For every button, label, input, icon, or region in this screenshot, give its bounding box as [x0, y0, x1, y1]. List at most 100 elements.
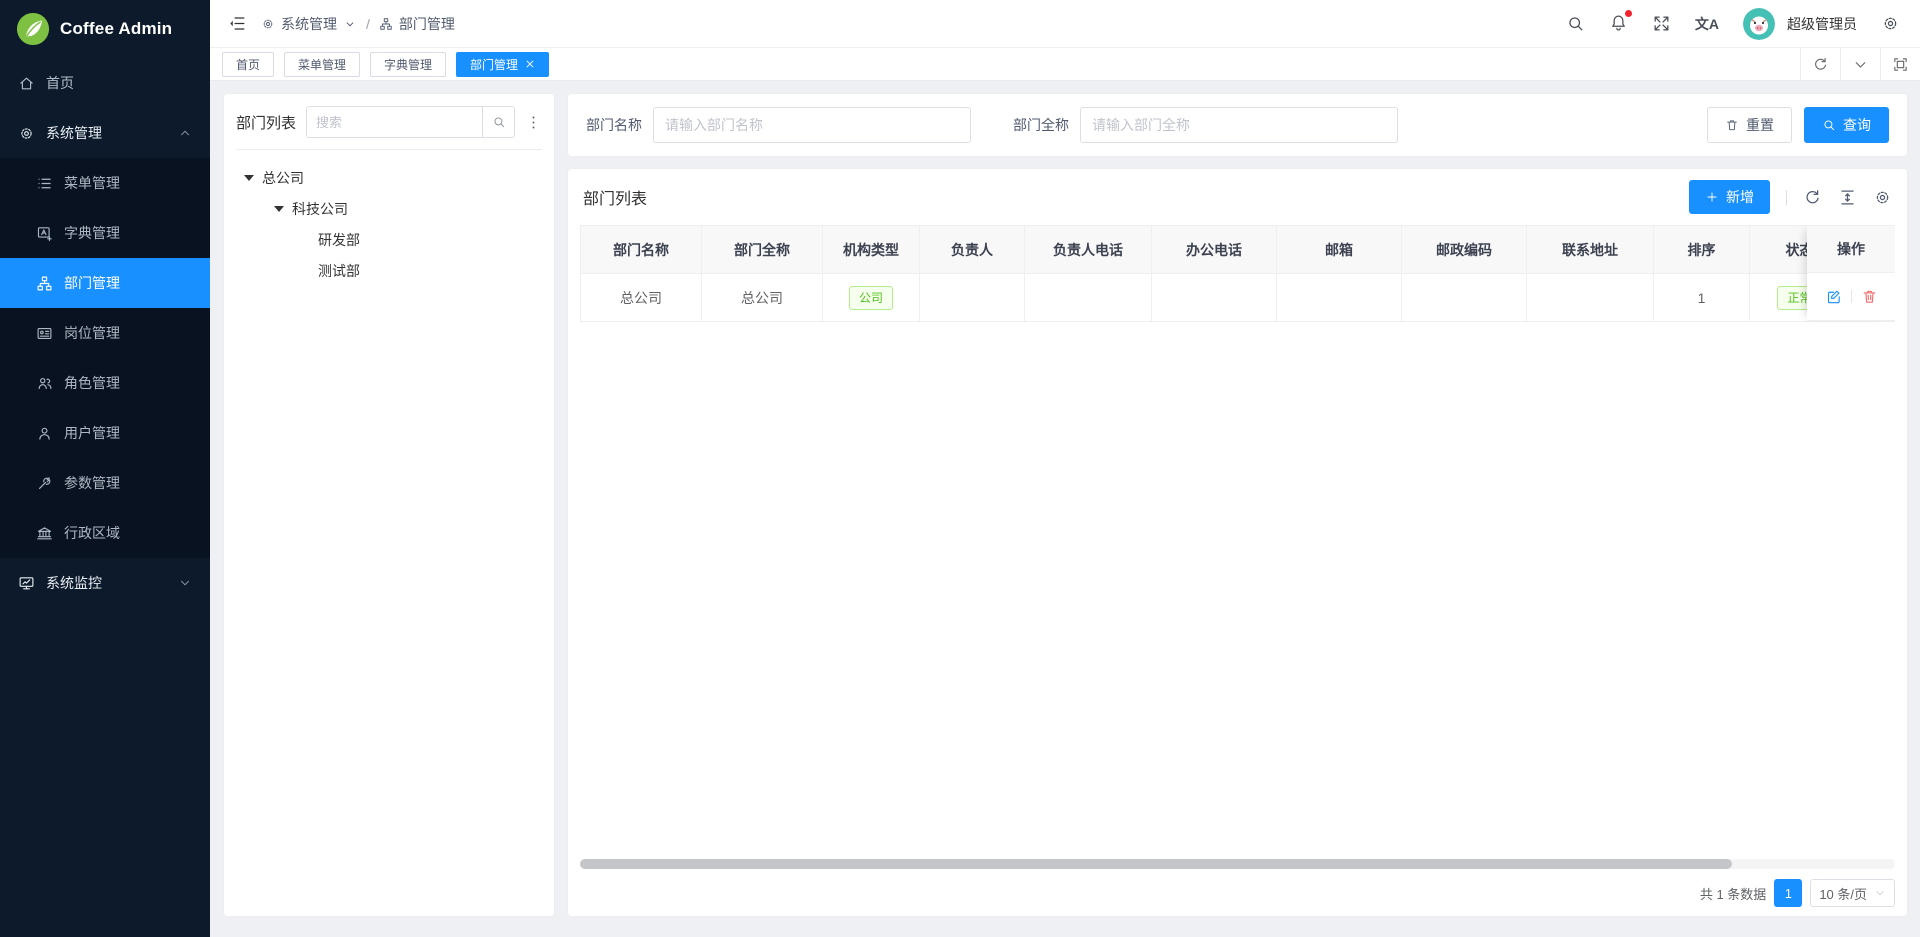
- reset-button[interactable]: 重置: [1707, 107, 1792, 143]
- cell-leader: [920, 274, 1025, 322]
- col-address[interactable]: 联系地址: [1527, 226, 1654, 274]
- delete-button[interactable]: [1861, 288, 1878, 305]
- topbar-actions: 文A 超级管理员: [1566, 8, 1900, 40]
- fixed-op-column: 操作: [1807, 225, 1895, 321]
- dept-table-card: 部门列表 新增: [568, 169, 1907, 916]
- scrollbar-thumb[interactable]: [580, 859, 1732, 869]
- sidebar-item-user-mgmt[interactable]: 用户管理: [0, 408, 210, 458]
- sidebar-item-post-mgmt[interactable]: 岗位管理: [0, 308, 210, 358]
- edit-button[interactable]: [1825, 288, 1842, 305]
- fullscreen-icon[interactable]: [1652, 14, 1671, 33]
- sidebar-item-label: 字典管理: [64, 223, 120, 243]
- page-1-button[interactable]: 1: [1774, 879, 1802, 907]
- sidebar-item-role-mgmt[interactable]: 角色管理: [0, 358, 210, 408]
- table-refresh-button[interactable]: [1803, 188, 1822, 207]
- tree-node-tech-company[interactable]: 科技公司: [236, 193, 542, 224]
- sidebar-item-label: 用户管理: [64, 423, 120, 443]
- sidebar-item-home[interactable]: 首页: [0, 58, 210, 108]
- tree-search-button[interactable]: [482, 106, 515, 138]
- col-sort[interactable]: 排序: [1654, 226, 1750, 274]
- tab-dict-mgmt[interactable]: 字典管理: [370, 52, 446, 77]
- sidebar-item-dept-mgmt[interactable]: 部门管理: [0, 258, 210, 308]
- breadcrumb-separator: /: [366, 16, 370, 32]
- tab-maximize-button[interactable]: [1880, 48, 1920, 80]
- col-dept-name[interactable]: 部门名称: [581, 226, 702, 274]
- search-icon[interactable]: [1566, 14, 1585, 33]
- row-density-button[interactable]: [1838, 188, 1857, 207]
- avatar-image: [1743, 8, 1775, 40]
- sidebar-item-label: 行政区域: [64, 523, 120, 543]
- tree-node-head-office[interactable]: 总公司: [236, 162, 542, 193]
- filter-dept-fullname: 部门全称: [1013, 107, 1398, 143]
- dept-name-input[interactable]: [653, 107, 971, 143]
- dept-fullname-input[interactable]: [1080, 107, 1398, 143]
- org-chart-icon: [36, 275, 53, 292]
- caret-down-icon[interactable]: [244, 175, 254, 181]
- dept-table: 部门名称 部门全称 机构类型 负责人 负责人电话 办公电话 邮箱 邮政编码 联系…: [580, 225, 1895, 322]
- pagination: 共 1 条数据 1 10 条/页: [580, 870, 1895, 916]
- tab-dropdown-button[interactable]: [1840, 48, 1880, 80]
- caret-down-icon[interactable]: [274, 206, 284, 212]
- col-office-phone[interactable]: 办公电话: [1152, 226, 1277, 274]
- column-settings-button[interactable]: [1873, 188, 1892, 207]
- table-row[interactable]: 总公司 总公司 公司 1 正: [581, 274, 1896, 322]
- tree-search-input[interactable]: [306, 106, 482, 138]
- close-icon[interactable]: [525, 59, 535, 69]
- trash-icon: [1725, 118, 1739, 132]
- cell-email: [1277, 274, 1402, 322]
- gear-icon[interactable]: [1881, 14, 1900, 33]
- sidebar-item-menu-mgmt[interactable]: 菜单管理: [0, 158, 210, 208]
- col-op: 操作: [1807, 225, 1895, 273]
- search-button[interactable]: 查询: [1804, 107, 1889, 143]
- tree-node-rd-dept[interactable]: 研发部: [236, 224, 542, 255]
- sidebar-item-label: 系统监控: [46, 573, 102, 593]
- filter-bar: 部门名称 部门全称 重置 查询: [568, 94, 1907, 156]
- cell-office-phone: [1152, 274, 1277, 322]
- cell-address: [1527, 274, 1654, 322]
- app-root: Coffee Admin 首页 系统管理 菜单管理 字典管理: [0, 0, 1920, 937]
- col-postcode[interactable]: 邮政编码: [1402, 226, 1527, 274]
- sidebar-item-label: 系统管理: [46, 123, 102, 143]
- tab-refresh-button[interactable]: [1800, 48, 1840, 80]
- sidebar-item-label: 首页: [46, 73, 74, 93]
- dept-tree-title: 部门列表: [236, 112, 296, 133]
- breadcrumb-section[interactable]: 系统管理: [261, 14, 357, 34]
- cell-sort: 1: [1654, 274, 1750, 322]
- horizontal-scrollbar[interactable]: [580, 859, 1895, 869]
- org-type-tag: 公司: [849, 286, 893, 310]
- row-op-cell: [1807, 273, 1895, 321]
- edit-icon: [1825, 288, 1842, 305]
- sidebar-item-region-mgmt[interactable]: 行政区域: [0, 508, 210, 558]
- col-leader[interactable]: 负责人: [920, 226, 1025, 274]
- avatar[interactable]: [1743, 8, 1775, 40]
- search-icon: [1822, 118, 1836, 132]
- col-leader-phone[interactable]: 负责人电话: [1025, 226, 1152, 274]
- dictionary-icon: [36, 225, 53, 242]
- main-area: 系统管理 / 部门管理 文A: [210, 0, 1920, 937]
- sidebar-item-system-group[interactable]: 系统管理: [0, 108, 210, 158]
- tab-dept-mgmt[interactable]: 部门管理: [456, 52, 549, 77]
- menu-fold-icon[interactable]: [228, 14, 247, 33]
- sidebar-item-monitor-group[interactable]: 系统监控: [0, 558, 210, 608]
- sidebar-menu: 首页 系统管理 菜单管理 字典管理 部门管理: [0, 58, 210, 937]
- username[interactable]: 超级管理员: [1787, 14, 1857, 34]
- tab-menu-mgmt[interactable]: 菜单管理: [284, 52, 360, 77]
- sidebar-submenu-system: 菜单管理 字典管理 部门管理 岗位管理 角色管理: [0, 158, 210, 558]
- sidebar-item-param-mgmt[interactable]: 参数管理: [0, 458, 210, 508]
- maximize-icon: [1892, 56, 1909, 73]
- tree-more-menu[interactable]: [525, 114, 542, 131]
- col-dept-fullname[interactable]: 部门全称: [702, 226, 823, 274]
- tab-home[interactable]: 首页: [222, 52, 274, 77]
- breadcrumb-page-label: 部门管理: [399, 14, 455, 34]
- col-email[interactable]: 邮箱: [1277, 226, 1402, 274]
- sidebar-item-dict-mgmt[interactable]: 字典管理: [0, 208, 210, 258]
- tree-node-test-dept[interactable]: 测试部: [236, 255, 542, 286]
- page-size-select[interactable]: 10 条/页: [1810, 879, 1895, 907]
- col-org-type[interactable]: 机构类型: [823, 226, 920, 274]
- trash-icon: [1861, 288, 1878, 305]
- add-button[interactable]: 新增: [1689, 180, 1770, 214]
- notification-bell[interactable]: [1609, 13, 1628, 35]
- translate-icon[interactable]: 文A: [1695, 14, 1719, 34]
- breadcrumb-page[interactable]: 部门管理: [379, 14, 455, 34]
- more-vertical-icon: [525, 114, 542, 131]
